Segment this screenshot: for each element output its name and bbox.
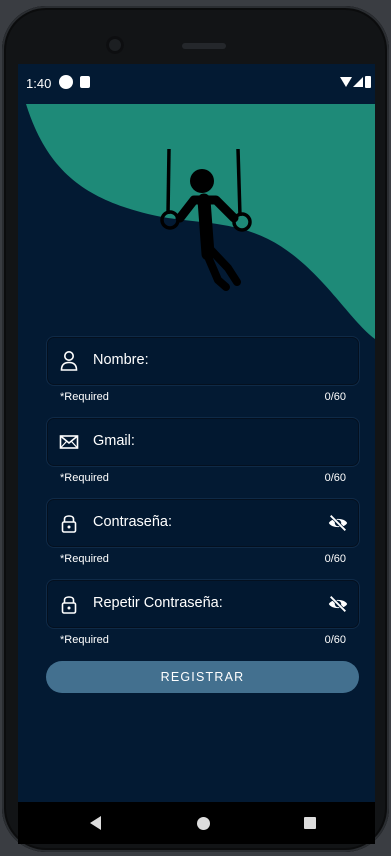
signal-icon	[353, 77, 363, 87]
sd-card-icon	[80, 76, 90, 88]
status-time: 1:40	[26, 76, 52, 91]
hero-banner	[26, 104, 375, 339]
repeat-password-required-text: *Required	[60, 634, 109, 646]
gmail-char-counter: 0/60	[324, 472, 346, 484]
nombre-field[interactable]: Nombre:	[46, 336, 360, 386]
gmail-label: Gmail:	[93, 433, 135, 449]
nombre-required-text: *Required	[60, 391, 109, 403]
mail-icon	[59, 435, 79, 449]
front-camera	[106, 36, 124, 54]
visibility-off-icon[interactable]	[327, 512, 349, 534]
nombre-char-counter: 0/60	[324, 391, 346, 403]
person-icon	[60, 351, 78, 371]
battery-icon	[365, 76, 371, 88]
app-screen: 1:40 Nombre: *Required 0/60 Gmail: *Requ…	[18, 64, 375, 844]
repeat-password-label: Repetir Contraseña:	[93, 595, 223, 611]
repeat-password-char-counter: 0/60	[324, 634, 346, 646]
repeat-password-field[interactable]: Repetir Contraseña:	[46, 579, 360, 629]
lock-icon	[61, 596, 77, 614]
recents-icon[interactable]	[304, 817, 316, 829]
gmail-required-text: *Required	[60, 472, 109, 484]
visibility-off-icon[interactable]	[327, 593, 349, 615]
password-helper: *Required 0/60	[60, 553, 346, 569]
app-notification-icon	[59, 75, 73, 89]
back-icon[interactable]	[90, 816, 101, 830]
gmail-field[interactable]: Gmail:	[46, 417, 360, 467]
password-label: Contraseña:	[93, 514, 172, 530]
earpiece-speaker	[182, 43, 226, 49]
nombre-label: Nombre:	[93, 352, 149, 368]
password-char-counter: 0/60	[324, 553, 346, 565]
home-icon[interactable]	[197, 817, 210, 830]
phone-frame: 1:40 Nombre: *Required 0/60 Gmail: *Requ…	[2, 6, 389, 852]
password-field[interactable]: Contraseña:	[46, 498, 360, 548]
wifi-icon	[340, 77, 352, 87]
repeat-password-helper: *Required 0/60	[60, 634, 346, 650]
status-bar: 1:40	[18, 64, 375, 104]
gmail-helper: *Required 0/60	[60, 472, 346, 488]
system-nav-bar	[18, 802, 375, 844]
password-required-text: *Required	[60, 553, 109, 565]
nombre-helper: *Required 0/60	[60, 391, 346, 407]
registrar-button[interactable]: REGISTRAR	[46, 661, 359, 693]
lock-icon	[61, 515, 77, 533]
